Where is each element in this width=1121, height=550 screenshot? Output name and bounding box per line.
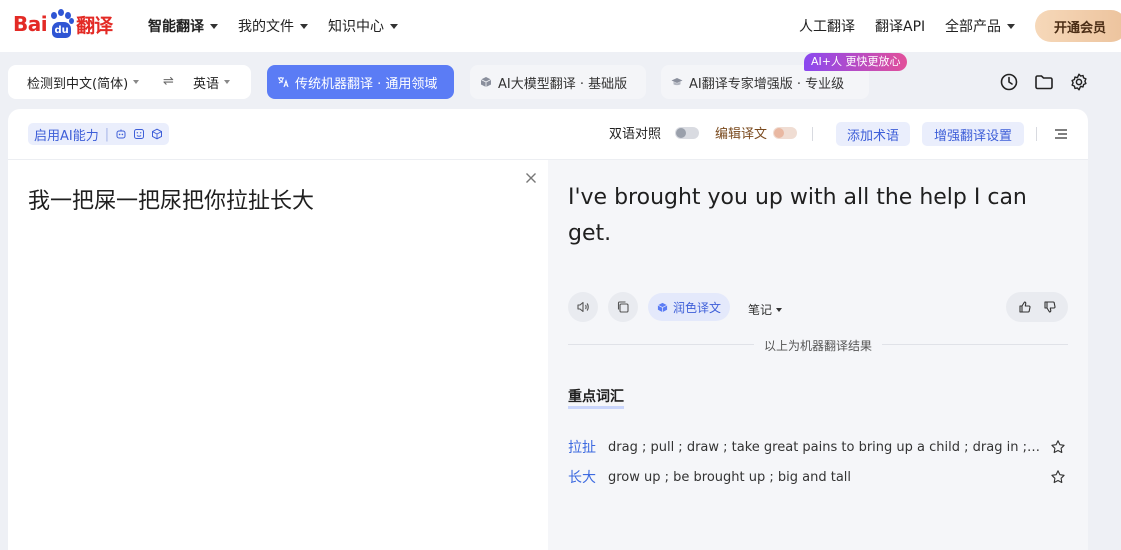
vip-button[interactable]: 开通会员 xyxy=(1035,10,1121,42)
bilingual-toggle-group: 双语对照 xyxy=(609,123,700,142)
target-language-label: 英语 xyxy=(193,76,220,92)
vip-button-label: 开通会员 xyxy=(1054,20,1107,36)
source-language-label: 检测到中文(简体) xyxy=(27,76,129,92)
vocab-definition: grow up ; be brought up ; big and tall xyxy=(608,469,852,485)
swap-languages-icon[interactable]: ⇌ xyxy=(163,74,174,89)
translation-card: 启用AI能力 | 双语对照 编辑译文 添加术语 增强翻译设置 我一把屎一把尿把你… xyxy=(8,109,1088,550)
copy-button[interactable] xyxy=(608,292,638,322)
history-icon[interactable] xyxy=(999,72,1019,92)
nav-my-files-label: 我的文件 xyxy=(238,19,294,35)
divider xyxy=(882,344,1068,345)
chevron-down-icon xyxy=(224,80,231,84)
machine-translation-note: 以上为机器翻译结果 xyxy=(764,339,873,353)
divider xyxy=(1036,127,1037,141)
close-icon[interactable] xyxy=(523,170,539,186)
chevron-down-icon xyxy=(1007,23,1015,29)
source-language-select[interactable]: 检测到中文(简体) xyxy=(27,73,140,92)
enable-ai-ability[interactable]: 启用AI能力 | xyxy=(28,123,170,145)
divider xyxy=(812,127,813,141)
translate-icon xyxy=(278,77,289,88)
settings-icon[interactable] xyxy=(1069,72,1089,92)
speaker-icon xyxy=(577,301,589,313)
translation-pane: I've brought you up with all the help I … xyxy=(548,160,1088,550)
nav-translate-api-label: 翻译API xyxy=(875,19,926,35)
bilingual-label: 双语对照 xyxy=(609,127,662,142)
nav-my-files[interactable]: 我的文件 xyxy=(238,16,308,36)
chevron-down-icon xyxy=(210,23,218,29)
star-icon[interactable] xyxy=(1050,439,1066,455)
vocab-word[interactable]: 长大 xyxy=(568,467,608,487)
add-term-label: 添加术语 xyxy=(846,128,899,144)
key-vocabulary-title: 重点词汇 xyxy=(568,388,624,409)
top-nav: Bai du 翻译 智能翻译 我的文件 知识中心 人工翻译 翻译API 全部产品… xyxy=(0,0,1121,52)
target-language-select[interactable]: 英语 xyxy=(193,73,231,92)
edit-translation-toggle[interactable] xyxy=(773,126,798,139)
chevron-down-icon xyxy=(133,80,140,84)
nav-human-translation-label: 人工翻译 xyxy=(799,19,855,35)
star-icon[interactable] xyxy=(1050,469,1066,485)
chevron-down-icon xyxy=(776,307,783,312)
logo-paw-icon: du xyxy=(48,9,75,39)
bilingual-toggle[interactable] xyxy=(675,126,700,139)
ai-face-icon xyxy=(134,129,145,139)
chevron-down-icon xyxy=(300,23,308,29)
vocab-word[interactable]: 拉扯 xyxy=(568,437,608,457)
nav-all-products[interactable]: 全部产品 xyxy=(945,16,1015,36)
divider xyxy=(568,344,754,345)
nav-smart-translate-label: 智能翻译 xyxy=(148,19,204,35)
vocab-row: 拉扯 drag ; pull ; draw ; take great pains… xyxy=(568,437,1068,457)
notes-dropdown[interactable]: 笔记 xyxy=(748,301,783,318)
mode-machine-translation[interactable]: 传统机器翻译 · 通用领域 xyxy=(267,65,454,99)
nav-knowledge-center-label: 知识中心 xyxy=(328,19,384,35)
copy-icon xyxy=(617,301,629,313)
chevron-down-icon xyxy=(390,23,398,29)
nav-human-translation[interactable]: 人工翻译 xyxy=(799,16,855,36)
logo-fanyi-text: 翻译 xyxy=(76,14,113,37)
polish-translation-label: 润色译文 xyxy=(672,300,721,315)
speaker-button[interactable] xyxy=(568,292,598,322)
ai-human-badge: AI+人 更快更放心 xyxy=(804,53,908,71)
rating-group xyxy=(1006,292,1068,322)
notes-label: 笔记 xyxy=(748,303,773,317)
logo-du-text: du xyxy=(52,22,72,38)
list-menu-icon[interactable] xyxy=(1054,127,1068,141)
mode-machine-translation-label: 传统机器翻译 · 通用领域 xyxy=(295,76,438,92)
folder-icon[interactable] xyxy=(1034,72,1054,92)
translation-text: I've brought you up with all the help I … xyxy=(568,185,1027,246)
nav-translate-api[interactable]: 翻译API xyxy=(875,16,925,36)
card-header: 启用AI能力 | 双语对照 编辑译文 添加术语 增强翻译设置 xyxy=(8,109,1088,160)
enable-ai-ability-label: 启用AI能力 xyxy=(34,128,99,144)
mode-ai-model-translation[interactable]: AI大模型翻译 · 基础版 xyxy=(470,65,646,99)
nav-all-products-label: 全部产品 xyxy=(945,19,1001,35)
source-text[interactable]: 我一把屎一把尿把你拉扯长大 xyxy=(28,183,314,215)
mode-ai-model-translation-label: AI大模型翻译 · 基础版 xyxy=(498,76,628,92)
logo-bai-text: Bai xyxy=(13,12,48,36)
nav-smart-translate[interactable]: 智能翻译 xyxy=(148,16,218,36)
nav-knowledge-center[interactable]: 知识中心 xyxy=(328,16,398,36)
edit-translation-label: 编辑译文 xyxy=(715,127,768,142)
vocab-row: 长大 grow up ; be brought up ; big and tal… xyxy=(568,467,1068,487)
ai-cube-icon xyxy=(152,128,163,140)
add-term-button[interactable]: 添加术语 xyxy=(836,122,910,146)
mode-ai-expert-translation-label: AI翻译专家增强版 · 专业级 xyxy=(689,76,845,92)
edit-translation-toggle-group: 编辑译文 xyxy=(715,123,798,142)
thumbs-up-icon[interactable] xyxy=(1018,300,1032,314)
enhance-settings-button[interactable]: 增强翻译设置 xyxy=(922,122,1024,146)
divider: | xyxy=(104,126,110,142)
polish-translation-button[interactable]: 润色译文 xyxy=(648,293,730,321)
enhance-settings-label: 增强翻译设置 xyxy=(933,128,1012,144)
thumbs-down-icon[interactable] xyxy=(1043,300,1057,314)
ai-robot-icon xyxy=(116,129,126,139)
graduation-cap-icon xyxy=(671,78,683,86)
vocab-definition: drag ; pull ; draw ; take great pains to… xyxy=(608,439,1044,455)
cube-icon xyxy=(657,302,668,312)
cube-icon xyxy=(480,77,492,87)
language-selector: 检测到中文(简体) ⇌ 英语 xyxy=(8,65,251,99)
baidu-translate-logo[interactable]: Bai du 翻译 xyxy=(13,6,113,42)
